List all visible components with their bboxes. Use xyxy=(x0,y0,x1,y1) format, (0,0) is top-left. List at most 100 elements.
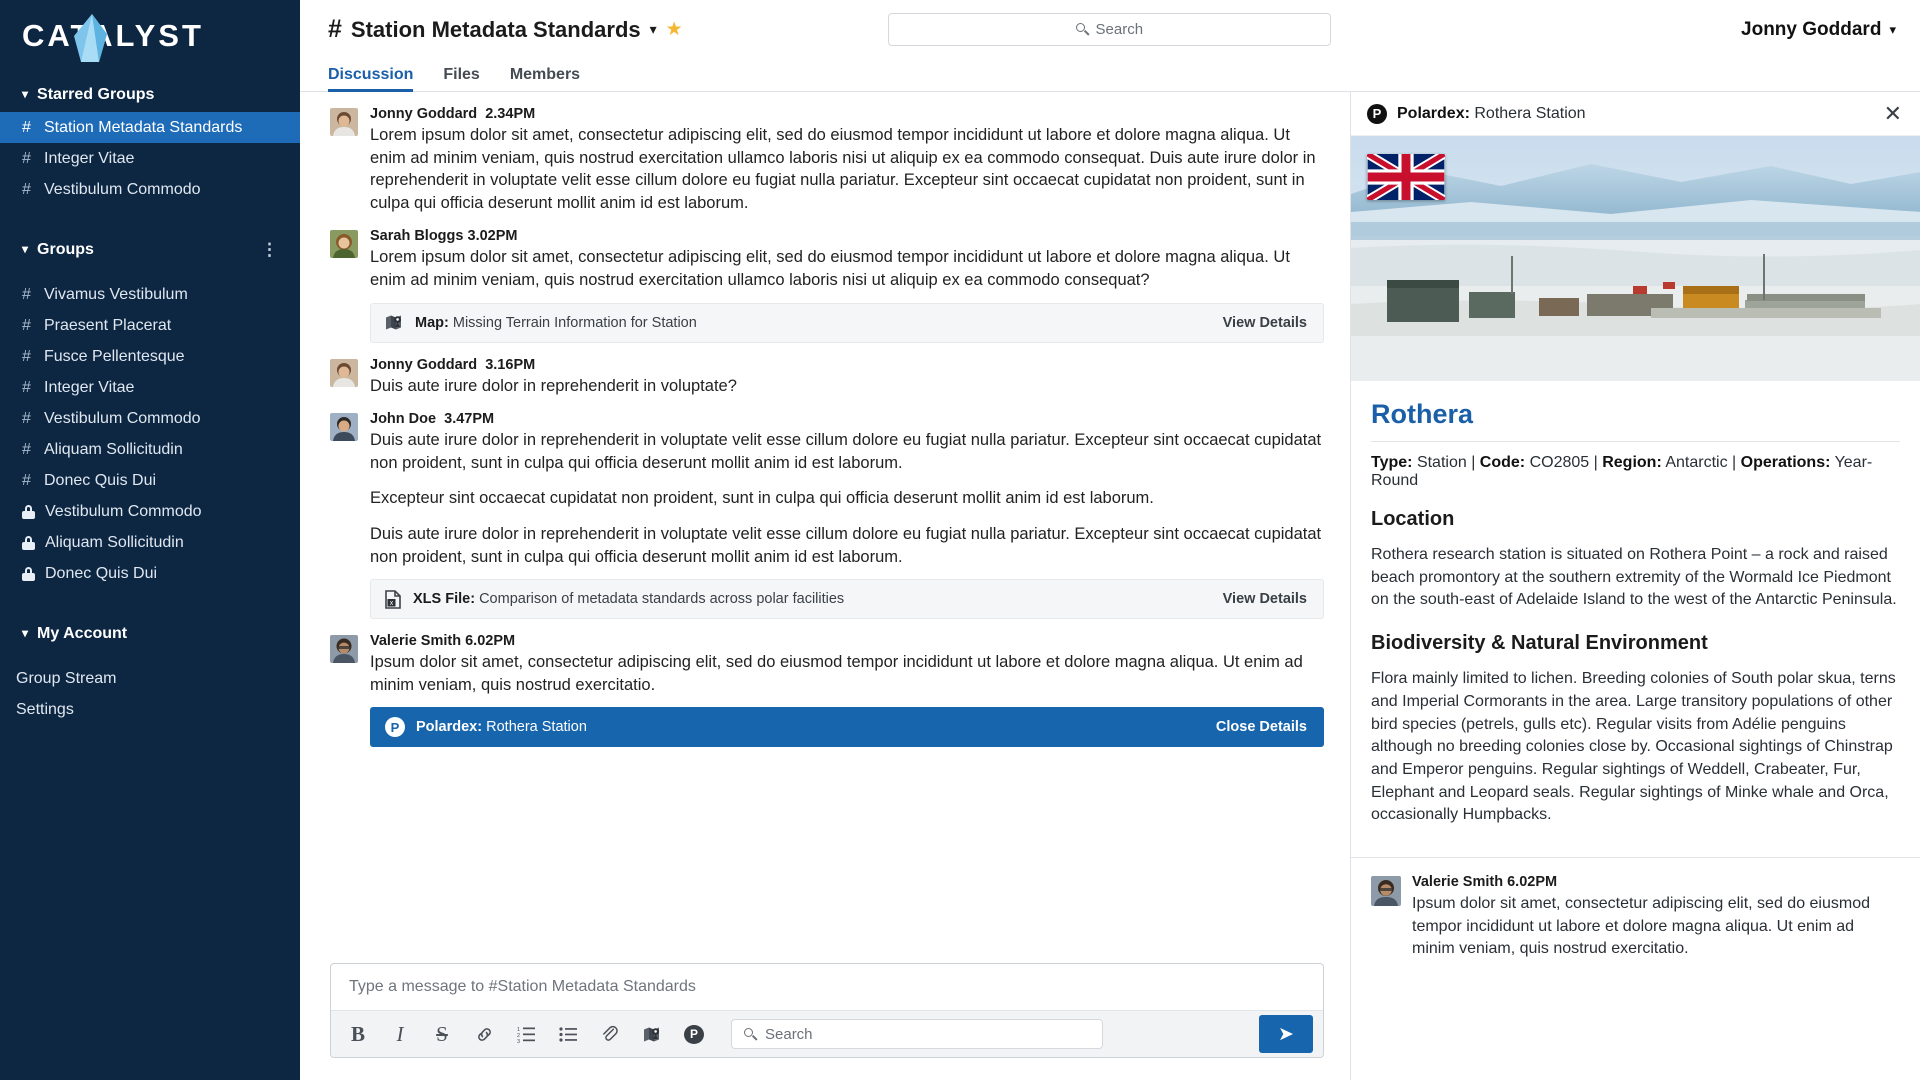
message-text: Ipsum dolor sit amet, consectetur adipis… xyxy=(370,651,1324,696)
sidebar-item-label: Donec Quis Dui xyxy=(44,471,157,489)
sidebar-item-vestibulum-commodo-private[interactable]: Vestibulum Commodo xyxy=(0,496,300,527)
sidebar-item-label: Vivamus Vestibulum xyxy=(44,285,188,303)
sidebar-item-label: Station Metadata Standards xyxy=(44,118,243,136)
comment-text: Ipsum dolor sit amet, consectetur adipis… xyxy=(1412,895,1871,957)
sidebar-item-aliquam-sollicitudin-private[interactable]: Aliquam Sollicitudin xyxy=(0,527,300,558)
panel-comment: Valerie Smith 6.02PM Ipsum dolor sit ame… xyxy=(1351,858,1920,978)
avatar xyxy=(330,413,358,442)
sidebar-item-donec-quis-dui[interactable]: # Donec Quis Dui xyxy=(0,465,300,496)
tab-label: Discussion xyxy=(328,66,414,83)
sidebar-item-label: Integer Vitae xyxy=(44,378,135,396)
sidebar-section-starred-groups[interactable]: ▾ Starred Groups xyxy=(0,76,300,112)
message-time: 6.02PM xyxy=(465,633,516,650)
chevron-down-icon[interactable]: ▾ xyxy=(650,21,657,38)
tab-members[interactable]: Members xyxy=(510,66,596,91)
attachment-title: Missing Terrain Information for Station xyxy=(452,314,697,331)
meta-key-operations: Operations: xyxy=(1740,454,1831,471)
meta-value-code: CO2805 xyxy=(1529,454,1590,471)
tab-discussion[interactable]: Discussion xyxy=(328,66,429,92)
content-row: Jonny Goddard 2.34PM Lorem ipsum dolor s… xyxy=(300,92,1920,1080)
hash-icon: # xyxy=(22,149,31,167)
tab-files[interactable]: Files xyxy=(443,66,495,91)
message-paragraph: Ipsum dolor sit amet, consectetur adipis… xyxy=(370,653,1303,694)
sidebar-item-vestibulum-commodo-starred[interactable]: # Vestibulum Commodo xyxy=(0,174,300,205)
panel-content: Rothera Type: Station | Code: CO2805 | R… xyxy=(1351,381,1920,857)
composer-toolbar: B I S 123 P Search ➤ xyxy=(331,1010,1323,1057)
discussion-column: Jonny Goddard 2.34PM Lorem ipsum dolor s… xyxy=(300,92,1350,1080)
kebab-menu-icon[interactable]: ⋮ xyxy=(261,241,278,258)
message-list: Jonny Goddard 2.34PM Lorem ipsum dolor s… xyxy=(300,92,1350,949)
sidebar-item-label: Aliquam Sollicitudin xyxy=(44,440,183,458)
search-input[interactable]: Search xyxy=(887,13,1331,46)
composer-search-input[interactable]: Search xyxy=(731,1019,1103,1049)
map-icon[interactable] xyxy=(641,1023,663,1045)
star-icon[interactable]: ★ xyxy=(666,18,683,41)
comment-author: Valerie Smith 6.02PM xyxy=(1412,874,1558,891)
close-icon[interactable]: ✕ xyxy=(1884,102,1902,125)
link-icon[interactable] xyxy=(473,1023,495,1045)
sidebar-item-fusce-pellentesque[interactable]: # Fusce Pellentesque xyxy=(0,341,300,372)
panel-title-text: Rothera Station xyxy=(1474,104,1586,122)
message-time: 3.47PM xyxy=(444,411,495,428)
sidebar-section-groups[interactable]: ▾ Groups ⋮ xyxy=(0,231,300,267)
sidebar-item-vestibulum-commodo[interactable]: # Vestibulum Commodo xyxy=(0,403,300,434)
view-details-button[interactable]: View Details xyxy=(1223,591,1307,607)
send-button[interactable]: ➤ xyxy=(1259,1015,1313,1053)
sidebar-item-integer-vitae[interactable]: # Integer Vitae xyxy=(0,372,300,403)
sidebar-item-label: Vestibulum Commodo xyxy=(45,502,202,520)
meta-value-region: Antarctic xyxy=(1665,454,1728,471)
user-menu[interactable]: Jonny Goddard ▾ xyxy=(1741,19,1896,41)
message-item: Jonny Goddard 2.34PM Lorem ipsum dolor s… xyxy=(330,106,1324,214)
sidebar-item-vivamus-vestibulum[interactable]: # Vivamus Vestibulum xyxy=(0,279,300,310)
sidebar-item-integer-vitae-starred[interactable]: # Integer Vitae xyxy=(0,143,300,174)
composer-area: Type a message to #Station Metadata Stan… xyxy=(300,949,1350,1080)
bulleted-list-icon[interactable] xyxy=(557,1023,579,1045)
panel-header: P Polardex: Rothera Station ✕ xyxy=(1351,92,1920,136)
attachment-icon[interactable] xyxy=(599,1023,621,1045)
polardex-icon[interactable]: P xyxy=(683,1023,705,1045)
sidebar-item-group-stream[interactable]: Group Stream xyxy=(0,663,300,694)
hash-icon: # xyxy=(22,316,31,334)
sidebar-item-station-metadata-standards[interactable]: # Station Metadata Standards xyxy=(0,112,300,143)
hash-icon: # xyxy=(22,409,31,427)
strikethrough-button[interactable]: S xyxy=(431,1022,453,1046)
divider xyxy=(1371,441,1900,442)
union-jack-flag-icon xyxy=(1367,154,1445,200)
hash-icon: # xyxy=(22,180,31,198)
bold-button[interactable]: B xyxy=(347,1022,369,1046)
attachment-type: Map: xyxy=(415,314,449,331)
lock-icon xyxy=(22,504,35,519)
italic-button[interactable]: I xyxy=(389,1022,411,1046)
sidebar-item-donec-quis-dui-private[interactable]: Donec Quis Dui xyxy=(0,558,300,589)
attachment-card-xls[interactable]: x XLS File: Comparison of metadata stand… xyxy=(370,579,1324,620)
ordered-list-icon[interactable]: 123 xyxy=(515,1023,537,1045)
message-author: Valerie Smith xyxy=(370,633,462,650)
avatar xyxy=(330,230,358,259)
message-paragraph: Duis aute irure dolor in reprehenderit i… xyxy=(370,431,1322,472)
hash-icon: # xyxy=(22,347,31,365)
view-details-button[interactable]: View Details xyxy=(1223,315,1307,331)
lock-icon xyxy=(22,566,35,581)
sidebar-item-aliquam-sollicitudin[interactable]: # Aliquam Sollicitudin xyxy=(0,434,300,465)
close-details-button[interactable]: Close Details xyxy=(1216,719,1307,735)
tab-label: Members xyxy=(509,66,581,83)
sidebar: CATALYST ▾ Starred Groups # Station Meta… xyxy=(0,0,300,1080)
chevron-down-icon: ▾ xyxy=(1889,21,1896,37)
sidebar-item-settings[interactable]: Settings xyxy=(0,694,300,725)
tab-bar: Discussion Files Members xyxy=(300,59,1920,92)
avatar xyxy=(1371,876,1401,907)
message-author: Jonny Goddard xyxy=(370,106,478,122)
message-header: Jonny Goddard 2.34PM xyxy=(370,106,1324,122)
sidebar-section-my-account[interactable]: ▾ My Account xyxy=(0,615,300,651)
message-input[interactable]: Type a message to #Station Metadata Stan… xyxy=(331,964,1323,1010)
channel-title[interactable]: # Station Metadata Standards ▾ ★ xyxy=(328,15,683,44)
sidebar-item-praesent-placerat[interactable]: # Praesent Placerat xyxy=(0,310,300,341)
attachment-card-polardex[interactable]: P Polardex: Rothera Station Close Detail… xyxy=(370,707,1324,748)
hash-icon: # xyxy=(22,471,31,489)
app-logo[interactable]: CATALYST xyxy=(0,0,300,76)
section-body-biodiversity: Flora mainly limited to lichen. Breeding… xyxy=(1371,670,1896,824)
attachment-type: Polardex: xyxy=(416,719,483,736)
attachment-card-map[interactable]: Map: Missing Terrain Information for Sta… xyxy=(370,302,1324,343)
panel-scroll-area[interactable]: Rothera Type: Station | Code: CO2805 | R… xyxy=(1351,381,1920,1080)
search-placeholder: Search xyxy=(1095,21,1144,38)
